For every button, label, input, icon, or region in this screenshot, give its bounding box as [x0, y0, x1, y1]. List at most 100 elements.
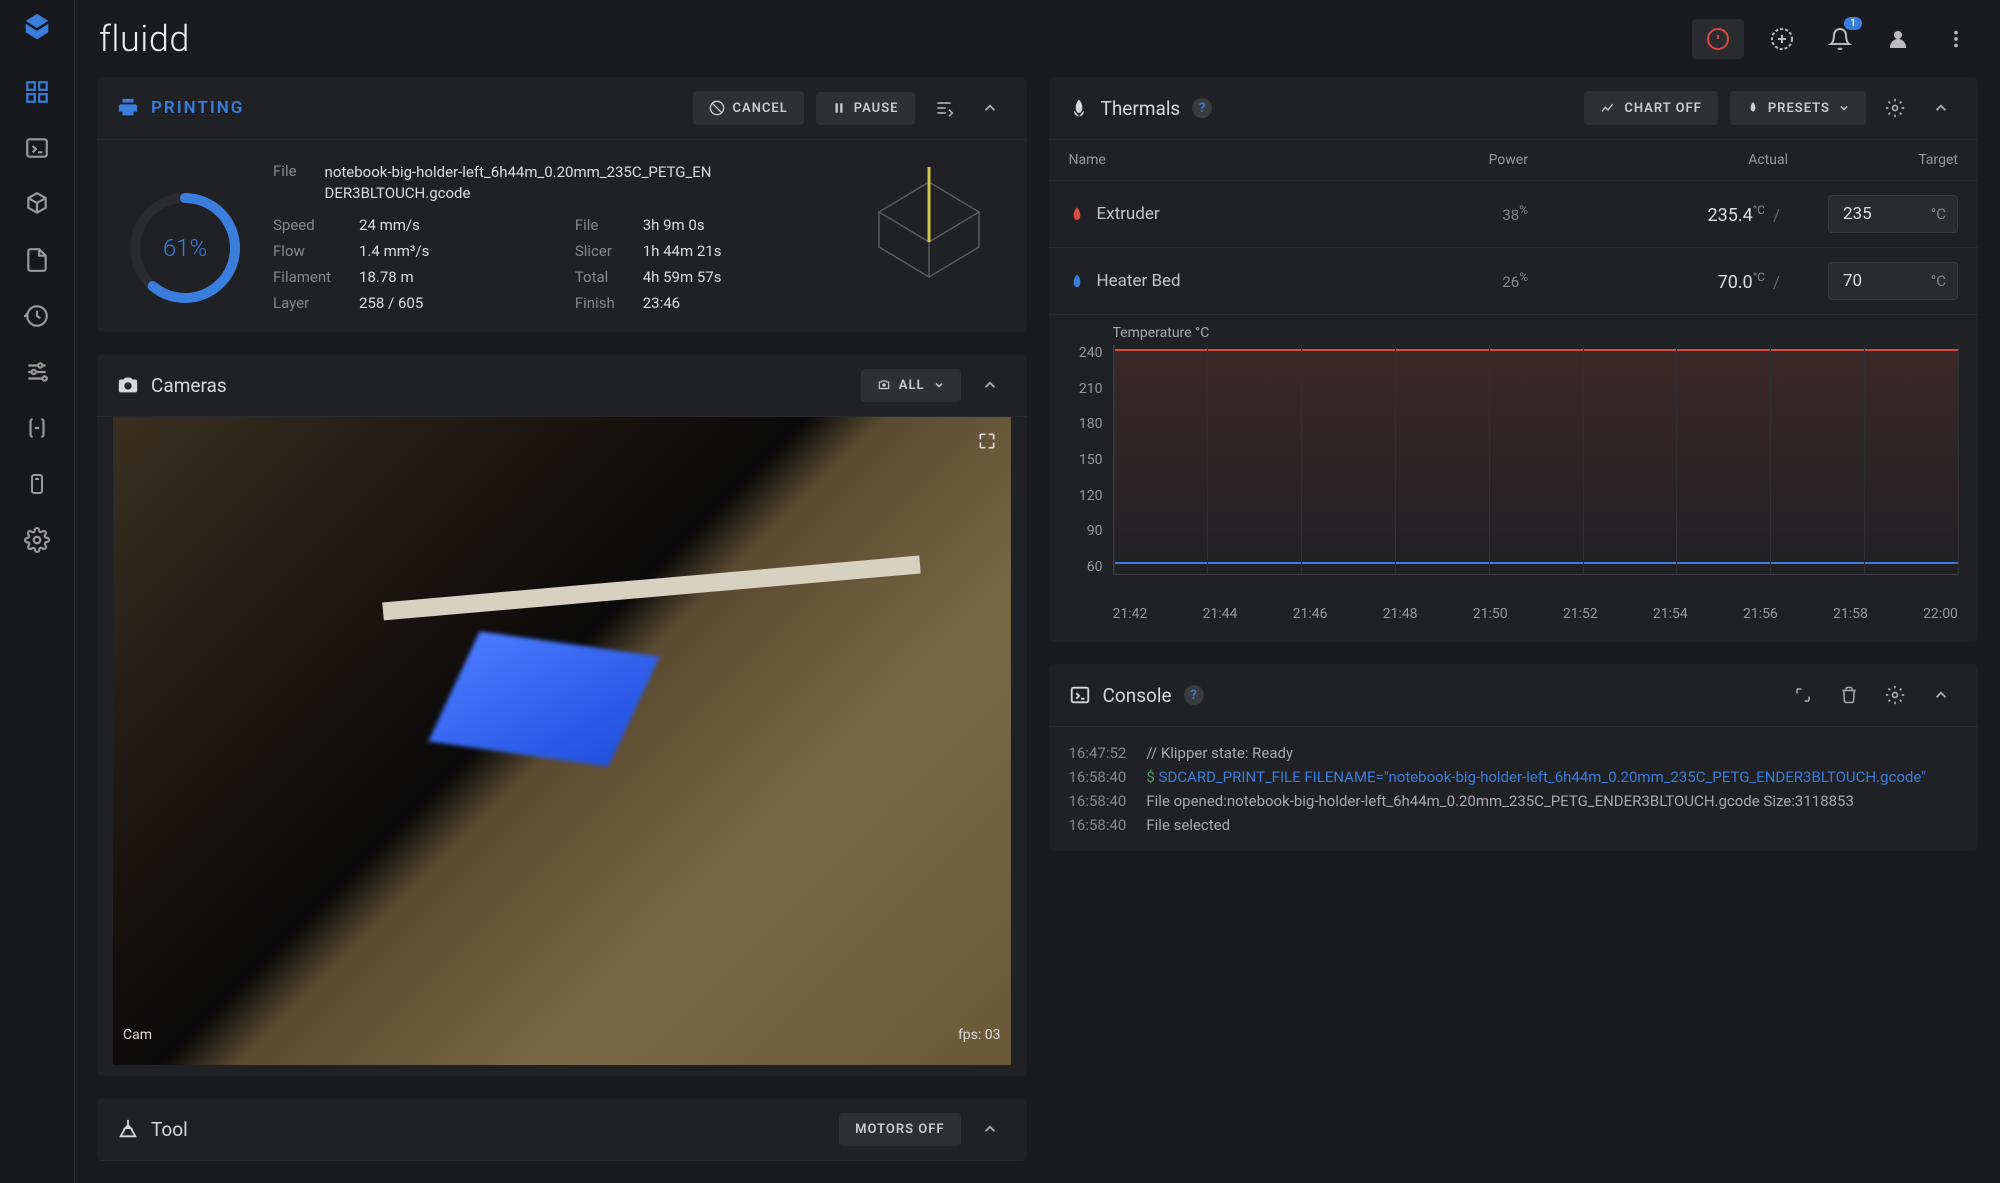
x-tick: 21:52: [1563, 606, 1598, 622]
progress-ring: 61%: [125, 188, 245, 308]
nav-history[interactable]: [11, 290, 63, 342]
heater-name: Heater Bed: [1097, 271, 1181, 291]
y-tick: 120: [1069, 488, 1103, 504]
nav-files[interactable]: [11, 234, 63, 286]
upload-button[interactable]: [1762, 19, 1802, 59]
presets-button[interactable]: PRESETS: [1730, 91, 1866, 125]
console-text: File opened:notebook-big-holder-left_6h4…: [1146, 789, 1854, 813]
x-tick: 22:00: [1923, 606, 1958, 622]
console-time: 16:47:52: [1069, 741, 1127, 765]
collapse-cameras[interactable]: [973, 368, 1007, 402]
collapse-console[interactable]: [1924, 678, 1958, 712]
finish-label: Finish: [575, 294, 615, 312]
heater-power: 38: [1502, 206, 1519, 224]
camera-label: Cam: [123, 1027, 152, 1043]
console-line: 16:58:40$ SDCARD_PRINT_FILE FILENAME="no…: [1069, 765, 1959, 789]
file-time-value: 3h 9m 0s: [643, 216, 831, 234]
pct-suffix: %: [1519, 270, 1528, 284]
fullscreen-button[interactable]: [977, 431, 997, 451]
tool-title: Tool: [151, 1118, 188, 1141]
nav-dashboard[interactable]: [11, 66, 63, 118]
collapse-thermals[interactable]: [1924, 91, 1958, 125]
camera-icon: [117, 374, 139, 396]
tool-icon: [117, 1118, 139, 1140]
x-tick: 21:44: [1203, 606, 1238, 622]
speed-label: Speed: [273, 216, 331, 234]
y-tick: 210: [1069, 381, 1103, 397]
th-actual: Actual: [1548, 140, 1808, 181]
extruder-icon: [1069, 205, 1085, 223]
printing-panel: PRINTING CANCEL PAUSE 61%: [97, 77, 1027, 332]
console-fullscreen[interactable]: [1786, 678, 1820, 712]
collapse-tool[interactable]: [973, 1112, 1007, 1146]
motors-off-button[interactable]: MOTORS OFF: [839, 1113, 960, 1146]
console-panel: Console ? 16:47:52// Klipper state: Read…: [1049, 664, 1979, 851]
emergency-stop-button[interactable]: [1692, 19, 1744, 59]
bed-icon: [1069, 272, 1085, 290]
x-tick: 21:56: [1743, 606, 1778, 622]
total-label: Total: [575, 268, 615, 286]
cameras-panel: Cameras ALL Cam fps: 03: [97, 354, 1027, 1076]
pause-button[interactable]: PAUSE: [816, 92, 915, 125]
bed-line: [1114, 562, 1959, 564]
nav-settings[interactable]: [11, 514, 63, 566]
nav-console[interactable]: [11, 122, 63, 174]
camera-selector[interactable]: ALL: [861, 369, 961, 402]
nav-system[interactable]: [11, 458, 63, 510]
app-title: fluidd: [99, 18, 190, 60]
file-name: notebook-big-holder-left_6h44m_0.20mm_23…: [325, 162, 831, 204]
finish-value: 23:46: [643, 294, 831, 312]
nav-tune[interactable]: [11, 346, 63, 398]
cancel-button[interactable]: CANCEL: [693, 91, 804, 125]
menu-more-button[interactable]: [1936, 19, 1976, 59]
thermals-help[interactable]: ?: [1192, 98, 1212, 118]
console-text: $ SDCARD_PRINT_FILE FILENAME="notebook-b…: [1146, 765, 1926, 789]
x-tick: 21:42: [1113, 606, 1148, 622]
notification-badge: 1: [1844, 17, 1862, 30]
layer-label: Layer: [273, 294, 331, 312]
user-button[interactable]: [1878, 19, 1918, 59]
x-tick: 21:48: [1383, 606, 1418, 622]
printing-status: PRINTING: [151, 98, 244, 118]
unit-suffix: °C: [1931, 272, 1946, 290]
gcode-thumbnail: [859, 162, 999, 282]
temperature-chart: Temperature °C 2402101801501209060 21:42…: [1049, 315, 1979, 642]
speed-value: 24 mm/s: [359, 216, 547, 234]
console-help[interactable]: ?: [1184, 685, 1204, 705]
reprint-button[interactable]: [927, 91, 961, 125]
file-time-label: File: [575, 216, 615, 234]
filament-label: Filament: [273, 268, 331, 286]
chart-off-button[interactable]: CHART OFF: [1584, 91, 1718, 125]
console-text: // Klipper state: Ready: [1146, 741, 1293, 765]
camera-fps: fps: 03: [958, 1027, 1001, 1043]
slicer-label: Slicer: [575, 242, 615, 260]
nav-gcode[interactable]: [11, 178, 63, 230]
unit-suffix: °C: [1931, 205, 1946, 223]
heater-actual: 70.0: [1718, 272, 1753, 293]
logo: [17, 8, 57, 48]
sidebar: [0, 0, 75, 1183]
thermal-table: Name Power Actual Target Extruder 38% 23…: [1049, 140, 1979, 315]
y-tick: 240: [1069, 345, 1103, 361]
thermals-settings[interactable]: [1878, 91, 1912, 125]
slicer-value: 1h 44m 21s: [643, 242, 831, 260]
layer-value: 258 / 605: [359, 294, 547, 312]
console-line: 16:58:40File selected: [1069, 813, 1959, 837]
x-tick: 21:54: [1653, 606, 1688, 622]
file-label: File: [273, 162, 297, 204]
camera-stream: [113, 417, 1011, 1065]
unit-suffix: °C: [1753, 203, 1765, 217]
progress-percent: 61%: [125, 188, 245, 308]
pct-suffix: %: [1519, 203, 1528, 217]
collapse-printing[interactable]: [973, 91, 1007, 125]
console-line: 16:58:40File opened:notebook-big-holder-…: [1069, 789, 1959, 813]
nav-config[interactable]: [11, 402, 63, 454]
total-value: 4h 59m 57s: [643, 268, 831, 286]
table-row: Extruder 38% 235.4°C/ °C: [1049, 181, 1979, 248]
printer-icon: [117, 97, 139, 119]
thermals-panel: Thermals ? CHART OFF PRESETS Name: [1049, 77, 1979, 642]
notifications-button[interactable]: 1: [1820, 19, 1860, 59]
console-settings[interactable]: [1878, 678, 1912, 712]
console-clear[interactable]: [1832, 678, 1866, 712]
chart-title: Temperature °C: [1113, 325, 1959, 341]
